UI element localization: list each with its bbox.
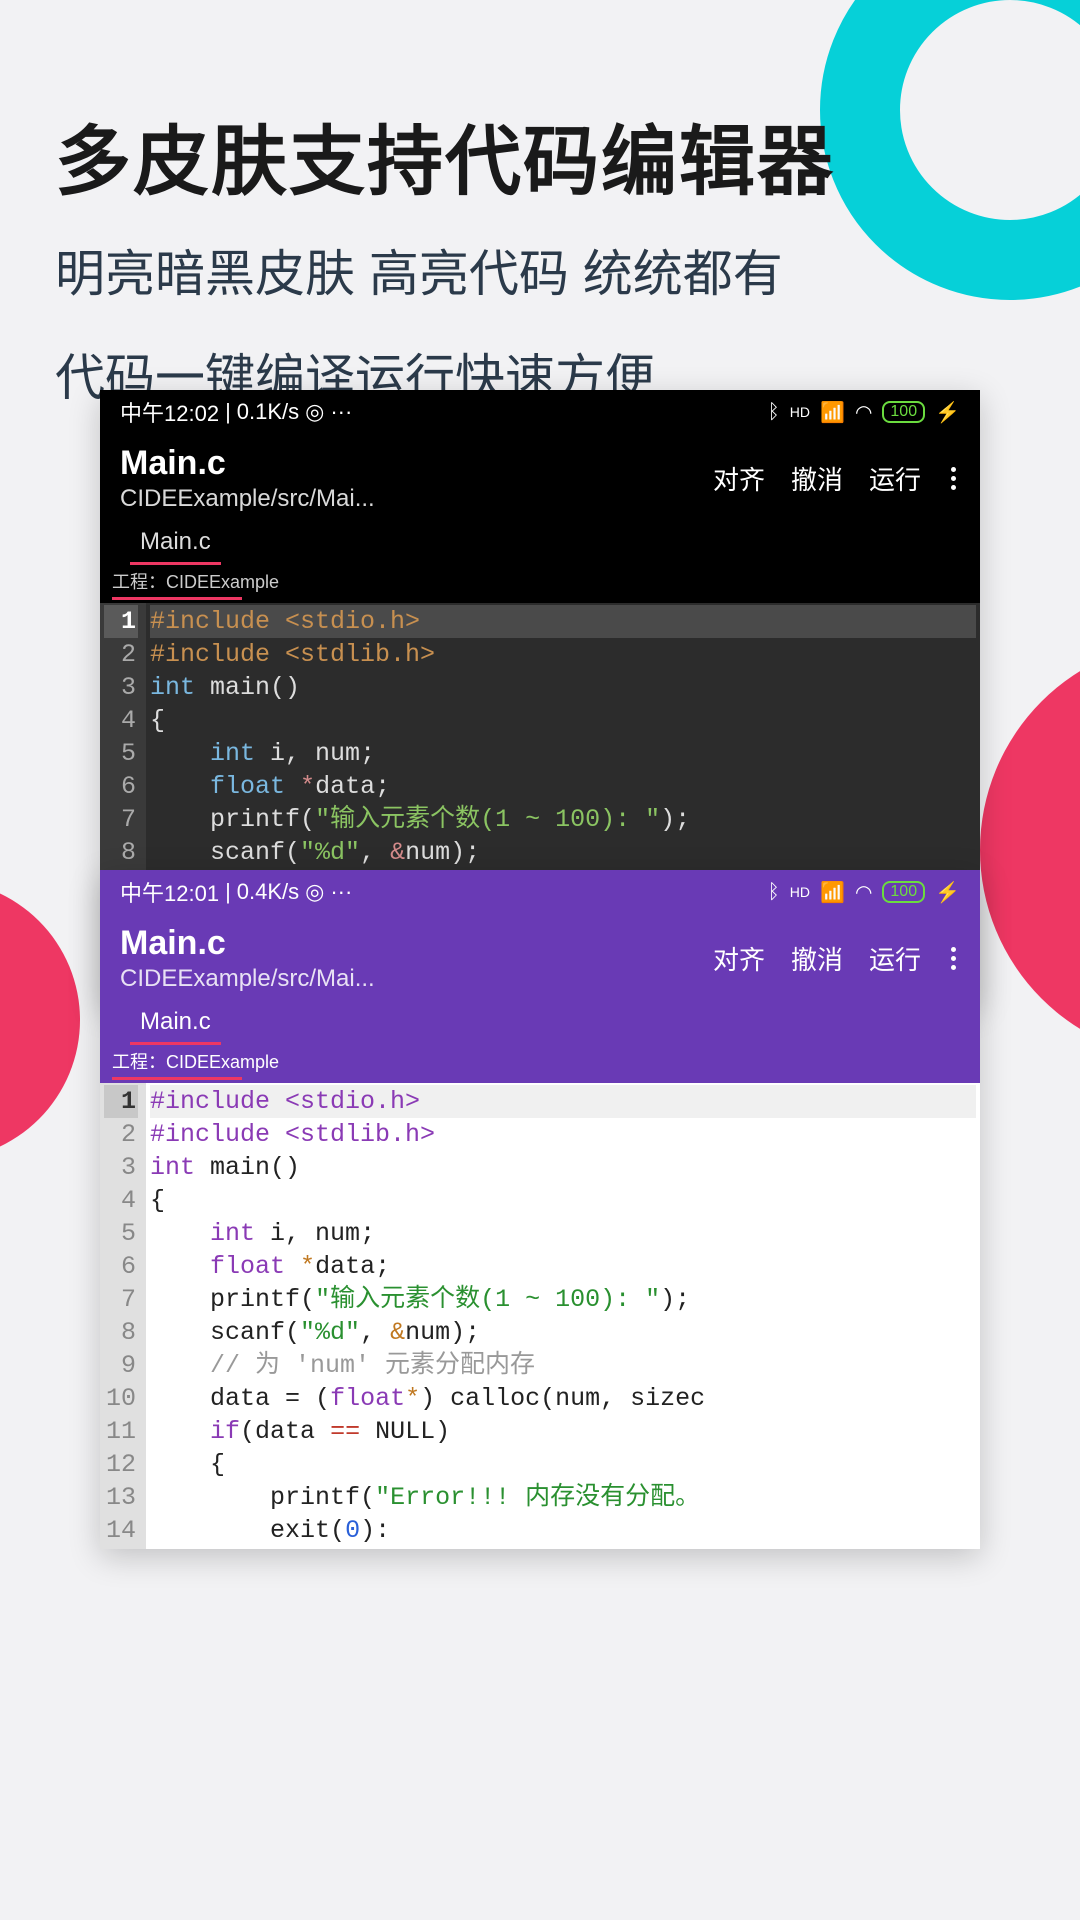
file-title: Main.c: [120, 924, 713, 963]
more-icon: ···: [330, 399, 352, 425]
wifi-icon: ◠: [855, 880, 872, 905]
nfc-icon: ◎: [305, 399, 324, 425]
wifi-icon: ◠: [855, 400, 872, 425]
code-body[interactable]: #include <stdio.h>#include <stdlib.h> in…: [146, 1083, 980, 1549]
line-gutter: 1 2 3 4 5 6 7 8 9 10 11 12 13 14: [100, 1083, 146, 1549]
overflow-menu-icon[interactable]: [947, 943, 960, 974]
hd-icon: HD: [790, 884, 810, 900]
charging-icon: ⚡: [935, 400, 960, 425]
tab-main-c[interactable]: Main.c: [130, 528, 221, 565]
status-bar: 中午12:01 | 0.4K/s ◎ ··· ᛒ HD 📶 ◠ 100 ⚡: [100, 870, 980, 914]
signal-icon: 📶: [820, 880, 845, 905]
charging-icon: ⚡: [935, 880, 960, 905]
project-label: 工程：CIDEExample: [100, 565, 980, 603]
headline: 多皮肤支持代码编辑器 明亮暗黑皮肤 高亮代码 统统都有 代码一键编译运行快速方便: [55, 100, 835, 418]
tab-bar: Main.c: [100, 527, 980, 565]
signal-icon: 📶: [820, 400, 845, 425]
nfc-icon: ◎: [305, 879, 324, 905]
headline-title: 多皮肤支持代码编辑器: [55, 100, 835, 210]
app-toolbar: Main.c CIDEExample/src/Mai... 对齐 撤消 运行: [100, 914, 980, 1007]
undo-button[interactable]: 撤消: [791, 940, 843, 977]
status-time: 中午12:02: [120, 396, 219, 428]
file-path: CIDEExample/src/Mai...: [120, 485, 713, 513]
status-net: 0.1K/s: [237, 399, 299, 425]
bluetooth-icon: ᛒ: [768, 881, 780, 904]
code-editor[interactable]: 1 2 3 4 5 6 7 8 9 10 11 12 13 14 #includ…: [100, 1083, 980, 1549]
align-button[interactable]: 对齐: [713, 940, 765, 977]
decorative-circle-pink-right: [980, 640, 1080, 1060]
undo-button[interactable]: 撤消: [791, 460, 843, 497]
hd-icon: HD: [790, 404, 810, 420]
phone-light: 中午12:01 | 0.4K/s ◎ ··· ᛒ HD 📶 ◠ 100 ⚡ Ma…: [100, 870, 980, 1549]
app-toolbar: Main.c CIDEExample/src/Mai... 对齐 撤消 运行: [100, 434, 980, 527]
battery-icon: 100: [882, 401, 925, 423]
status-time: 中午12:01: [120, 876, 219, 908]
battery-icon: 100: [882, 881, 925, 903]
decorative-circle-cyan: [820, 0, 1080, 300]
align-button[interactable]: 对齐: [713, 460, 765, 497]
run-button[interactable]: 运行: [869, 940, 921, 977]
overflow-menu-icon[interactable]: [947, 463, 960, 494]
status-net: 0.4K/s: [237, 879, 299, 905]
headline-sub1: 明亮暗黑皮肤 高亮代码 统统都有: [55, 234, 835, 314]
project-label: 工程：CIDEExample: [100, 1045, 980, 1083]
run-button[interactable]: 运行: [869, 460, 921, 497]
file-path: CIDEExample/src/Mai...: [120, 965, 713, 993]
tab-main-c[interactable]: Main.c: [130, 1008, 221, 1045]
decorative-circle-pink-left: [0, 880, 80, 1160]
bluetooth-icon: ᛒ: [768, 401, 780, 424]
status-bar: 中午12:02 | 0.1K/s ◎ ··· ᛒ HD 📶 ◠ 100 ⚡: [100, 390, 980, 434]
file-title: Main.c: [120, 444, 713, 483]
more-icon: ···: [330, 879, 352, 905]
tab-bar: Main.c: [100, 1007, 980, 1045]
